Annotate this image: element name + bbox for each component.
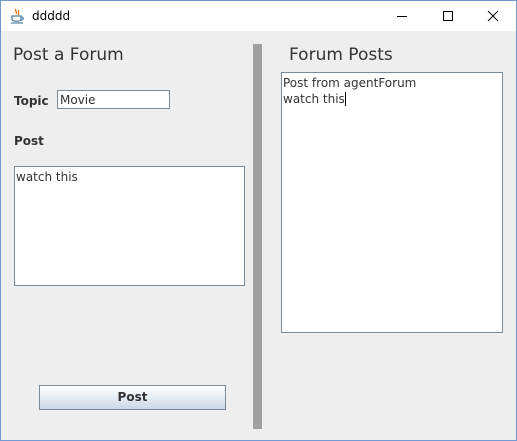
split-pane-divider[interactable] bbox=[253, 44, 262, 429]
forum-posts-heading: Forum Posts bbox=[289, 45, 393, 65]
minimize-button[interactable] bbox=[379, 1, 425, 31]
maximize-button[interactable] bbox=[425, 1, 471, 31]
minimize-icon bbox=[397, 16, 407, 17]
app-window: ddddd Post a Forum Topic Movie Post watc… bbox=[0, 0, 517, 441]
close-button[interactable] bbox=[470, 1, 516, 31]
post-label: Post bbox=[14, 134, 44, 148]
post-button[interactable]: Post bbox=[39, 385, 226, 410]
forum-posts-textarea[interactable]: Post from agentForum watch this bbox=[281, 72, 503, 333]
topic-label: Topic bbox=[14, 94, 49, 108]
java-coffee-cup-icon bbox=[10, 8, 25, 24]
forum-post-line-text: watch this bbox=[283, 92, 345, 106]
forum-post-line: Post from agentForum bbox=[283, 76, 417, 90]
title-bar[interactable]: ddddd bbox=[1, 1, 516, 31]
post-textarea[interactable]: watch this bbox=[14, 166, 245, 286]
text-caret bbox=[344, 92, 346, 106]
maximize-icon bbox=[443, 11, 453, 21]
window-title: ddddd bbox=[32, 9, 71, 23]
forum-post-line: watch this bbox=[283, 91, 502, 107]
close-icon bbox=[487, 10, 499, 22]
topic-input[interactable]: Movie bbox=[57, 90, 170, 109]
post-forum-heading: Post a Forum bbox=[13, 45, 124, 65]
